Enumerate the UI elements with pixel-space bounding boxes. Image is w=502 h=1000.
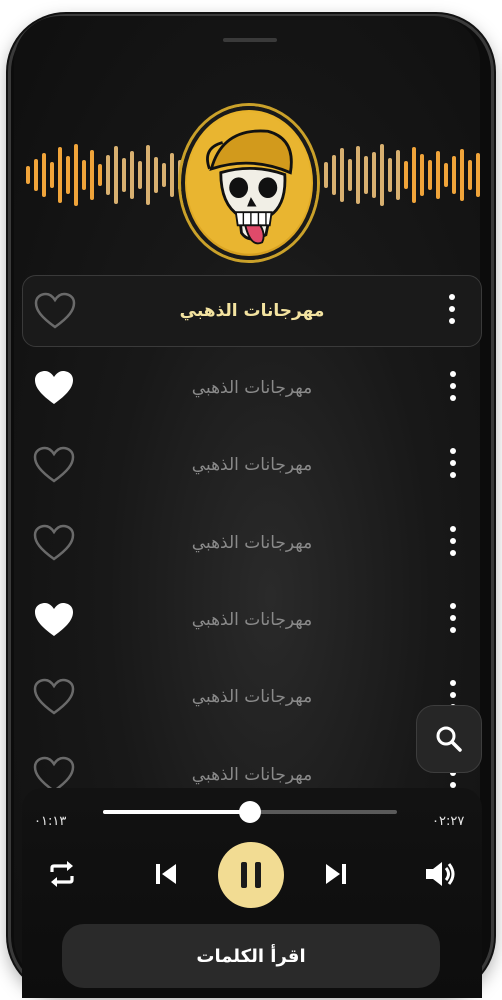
wave-bar xyxy=(130,151,134,199)
wave-bar xyxy=(332,155,336,195)
pause-icon xyxy=(241,862,261,888)
total-time: ٠٢:٢٧ xyxy=(432,814,465,829)
wave-bar xyxy=(42,153,46,197)
wave-bar xyxy=(444,163,448,187)
song-row[interactable]: مهرجانات الذهبي xyxy=(22,352,482,424)
wave-bar xyxy=(396,150,400,200)
heart-icon[interactable] xyxy=(32,600,76,640)
wave-bar xyxy=(154,157,158,193)
wave-bar xyxy=(74,144,78,206)
skip-next-icon xyxy=(326,864,346,884)
heart-icon[interactable] xyxy=(32,677,76,717)
wave-bar xyxy=(66,156,70,194)
song-row[interactable]: مهرجانات الذهبي xyxy=(22,507,482,579)
volume-icon xyxy=(426,862,455,886)
heart-icon[interactable] xyxy=(32,523,76,563)
wave-bar xyxy=(324,162,328,188)
wave-bar xyxy=(82,160,86,190)
speaker-notch xyxy=(223,38,277,42)
wave-bar xyxy=(90,150,94,200)
wave-bar xyxy=(146,145,150,205)
wave-bar xyxy=(138,161,142,189)
more-vertical-icon[interactable] xyxy=(448,371,458,405)
wave-bar xyxy=(476,153,480,197)
wave-bar xyxy=(412,147,416,203)
song-title: مهرجانات الذهبي xyxy=(179,301,325,321)
skip-previous-icon xyxy=(156,864,176,884)
song-row[interactable]: مهرجانات الذهبي xyxy=(22,661,482,733)
search-icon xyxy=(436,726,462,752)
wave-bar xyxy=(98,164,102,186)
search-button[interactable] xyxy=(416,705,482,773)
song-title: مهرجانات الذهبي xyxy=(191,455,313,475)
wave-bar xyxy=(26,166,30,184)
more-vertical-icon[interactable] xyxy=(448,448,458,482)
wave-bar xyxy=(114,146,118,204)
next-button[interactable] xyxy=(318,854,354,894)
progress-fill xyxy=(103,810,250,814)
repeat-icon xyxy=(50,861,74,887)
more-vertical-icon[interactable] xyxy=(448,603,458,637)
heart-icon[interactable] xyxy=(33,291,77,331)
elapsed-time: ٠١:١٣ xyxy=(34,814,67,829)
wave-bar xyxy=(340,148,344,202)
progress-thumb[interactable] xyxy=(239,801,261,823)
song-title: مهرجانات الذهبي xyxy=(191,687,313,707)
wave-bar xyxy=(58,147,62,203)
wave-bar xyxy=(460,149,464,201)
song-title: مهرجانات الذهبي xyxy=(191,533,313,553)
song-row[interactable]: مهرجانات الذهبي xyxy=(22,429,482,501)
album-art xyxy=(181,106,317,260)
wave-bar xyxy=(170,153,174,197)
repeat-button[interactable] xyxy=(44,854,80,894)
song-title: مهرجانات الذهبي xyxy=(191,610,313,630)
more-vertical-icon[interactable] xyxy=(448,526,458,560)
volume-button[interactable] xyxy=(420,854,460,894)
wave-bar xyxy=(356,146,360,204)
wave-bar xyxy=(380,144,384,206)
wave-bar xyxy=(50,162,54,188)
song-row[interactable]: مهرجانات الذهبي xyxy=(22,584,482,656)
wave-bar xyxy=(364,156,368,194)
wave-bar xyxy=(452,156,456,194)
pause-button[interactable] xyxy=(218,842,284,908)
read-lyrics-button[interactable]: اقرأ الكلمات xyxy=(62,924,440,988)
wave-bar xyxy=(428,160,432,190)
more-vertical-icon[interactable] xyxy=(447,294,457,328)
progress-slider[interactable] xyxy=(103,801,397,823)
wave-bar xyxy=(348,159,352,191)
wave-bar xyxy=(468,160,472,190)
heart-icon[interactable] xyxy=(32,368,76,408)
wave-bar xyxy=(122,158,126,192)
wave-bar xyxy=(162,163,166,187)
song-row[interactable]: مهرجانات الذهبي xyxy=(22,275,482,347)
wave-bar xyxy=(420,154,424,196)
wave-bar xyxy=(436,151,440,199)
heart-icon[interactable] xyxy=(32,445,76,485)
song-title: مهرجانات الذهبي xyxy=(191,765,313,785)
song-title: مهرجانات الذهبي xyxy=(191,378,313,398)
wave-bar xyxy=(372,152,376,198)
wave-bar xyxy=(34,159,38,191)
wave-bar xyxy=(388,158,392,192)
previous-button[interactable] xyxy=(148,854,184,894)
wave-bar xyxy=(106,155,110,195)
wave-bar xyxy=(404,161,408,189)
